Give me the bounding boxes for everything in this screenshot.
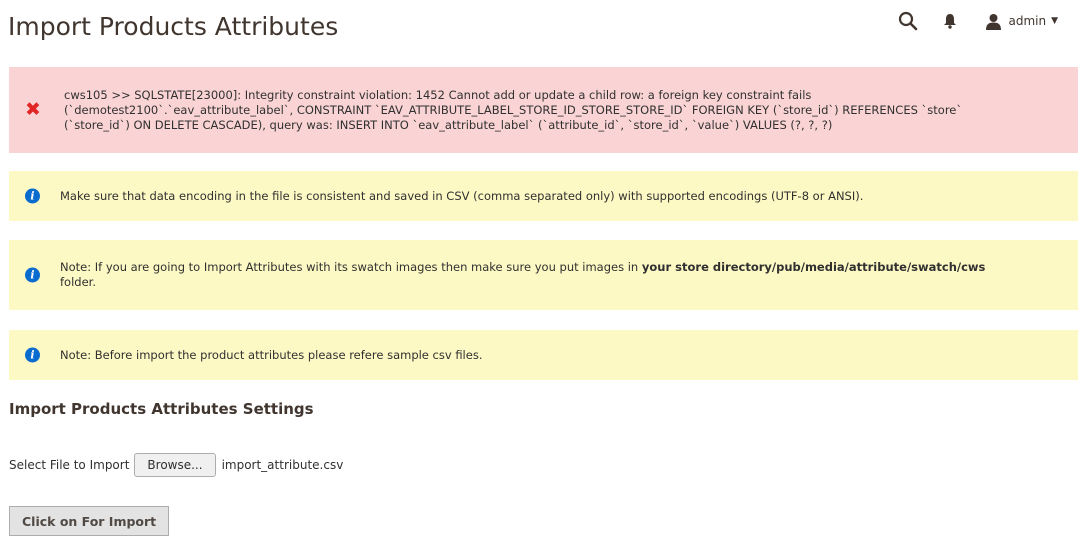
error-message: ✖ cws105 >> SQLSTATE[23000]: Integrity c… (9, 67, 1078, 153)
info-message-text: Note: Before import the product attribut… (60, 347, 483, 362)
info-icon: i (25, 347, 40, 363)
info-icon: i (25, 267, 40, 283)
error-x-icon: ✖ (25, 98, 41, 121)
chevron-down-icon: ▼ (1051, 16, 1058, 26)
error-line: cws105 >> SQLSTATE[23000]: Integrity con… (64, 87, 812, 102)
page-title: Import Products Attributes (8, 12, 339, 41)
user-name: admin (1008, 14, 1047, 28)
user-icon (985, 13, 1002, 30)
bell-icon[interactable] (941, 12, 959, 30)
info-message-encoding: i Make sure that data encoding in the fi… (9, 171, 1078, 221)
search-icon[interactable] (897, 10, 919, 32)
error-line: (`store_id`) ON DELETE CASCADE), query w… (64, 117, 833, 132)
error-line: (`demotest2100`.`eav_attribute_label`, C… (64, 102, 963, 117)
file-select-row: Select File to Import Browse... import_a… (9, 453, 343, 477)
user-menu[interactable]: admin ▼ (985, 13, 1058, 30)
import-button[interactable]: Click on For Import (9, 506, 170, 536)
error-message-text: cws105 >> SQLSTATE[23000]: Integrity con… (64, 88, 984, 133)
info-message-sample: i Note: Before import the product attrib… (9, 330, 1078, 380)
info-text-after: folder. (60, 275, 96, 289)
swatch-path: your store directory/pub/media/attribute… (641, 260, 986, 274)
file-select-label: Select File to Import (9, 458, 130, 472)
info-text-before: Note: If you are going to Import Attribu… (60, 260, 642, 274)
info-message-swatch: i Note: If you are going to Import Attri… (9, 240, 1078, 310)
info-message-text: Make sure that data encoding in the file… (60, 188, 864, 203)
header-actions: admin ▼ (897, 6, 1058, 36)
selected-file-name: import_attribute.csv (221, 458, 344, 472)
info-icon: i (25, 188, 40, 204)
browse-button[interactable]: Browse... (134, 453, 216, 477)
settings-section-title: Import Products Attributes Settings (9, 400, 314, 418)
info-message-text: Note: If you are going to Import Attribu… (60, 260, 1007, 290)
